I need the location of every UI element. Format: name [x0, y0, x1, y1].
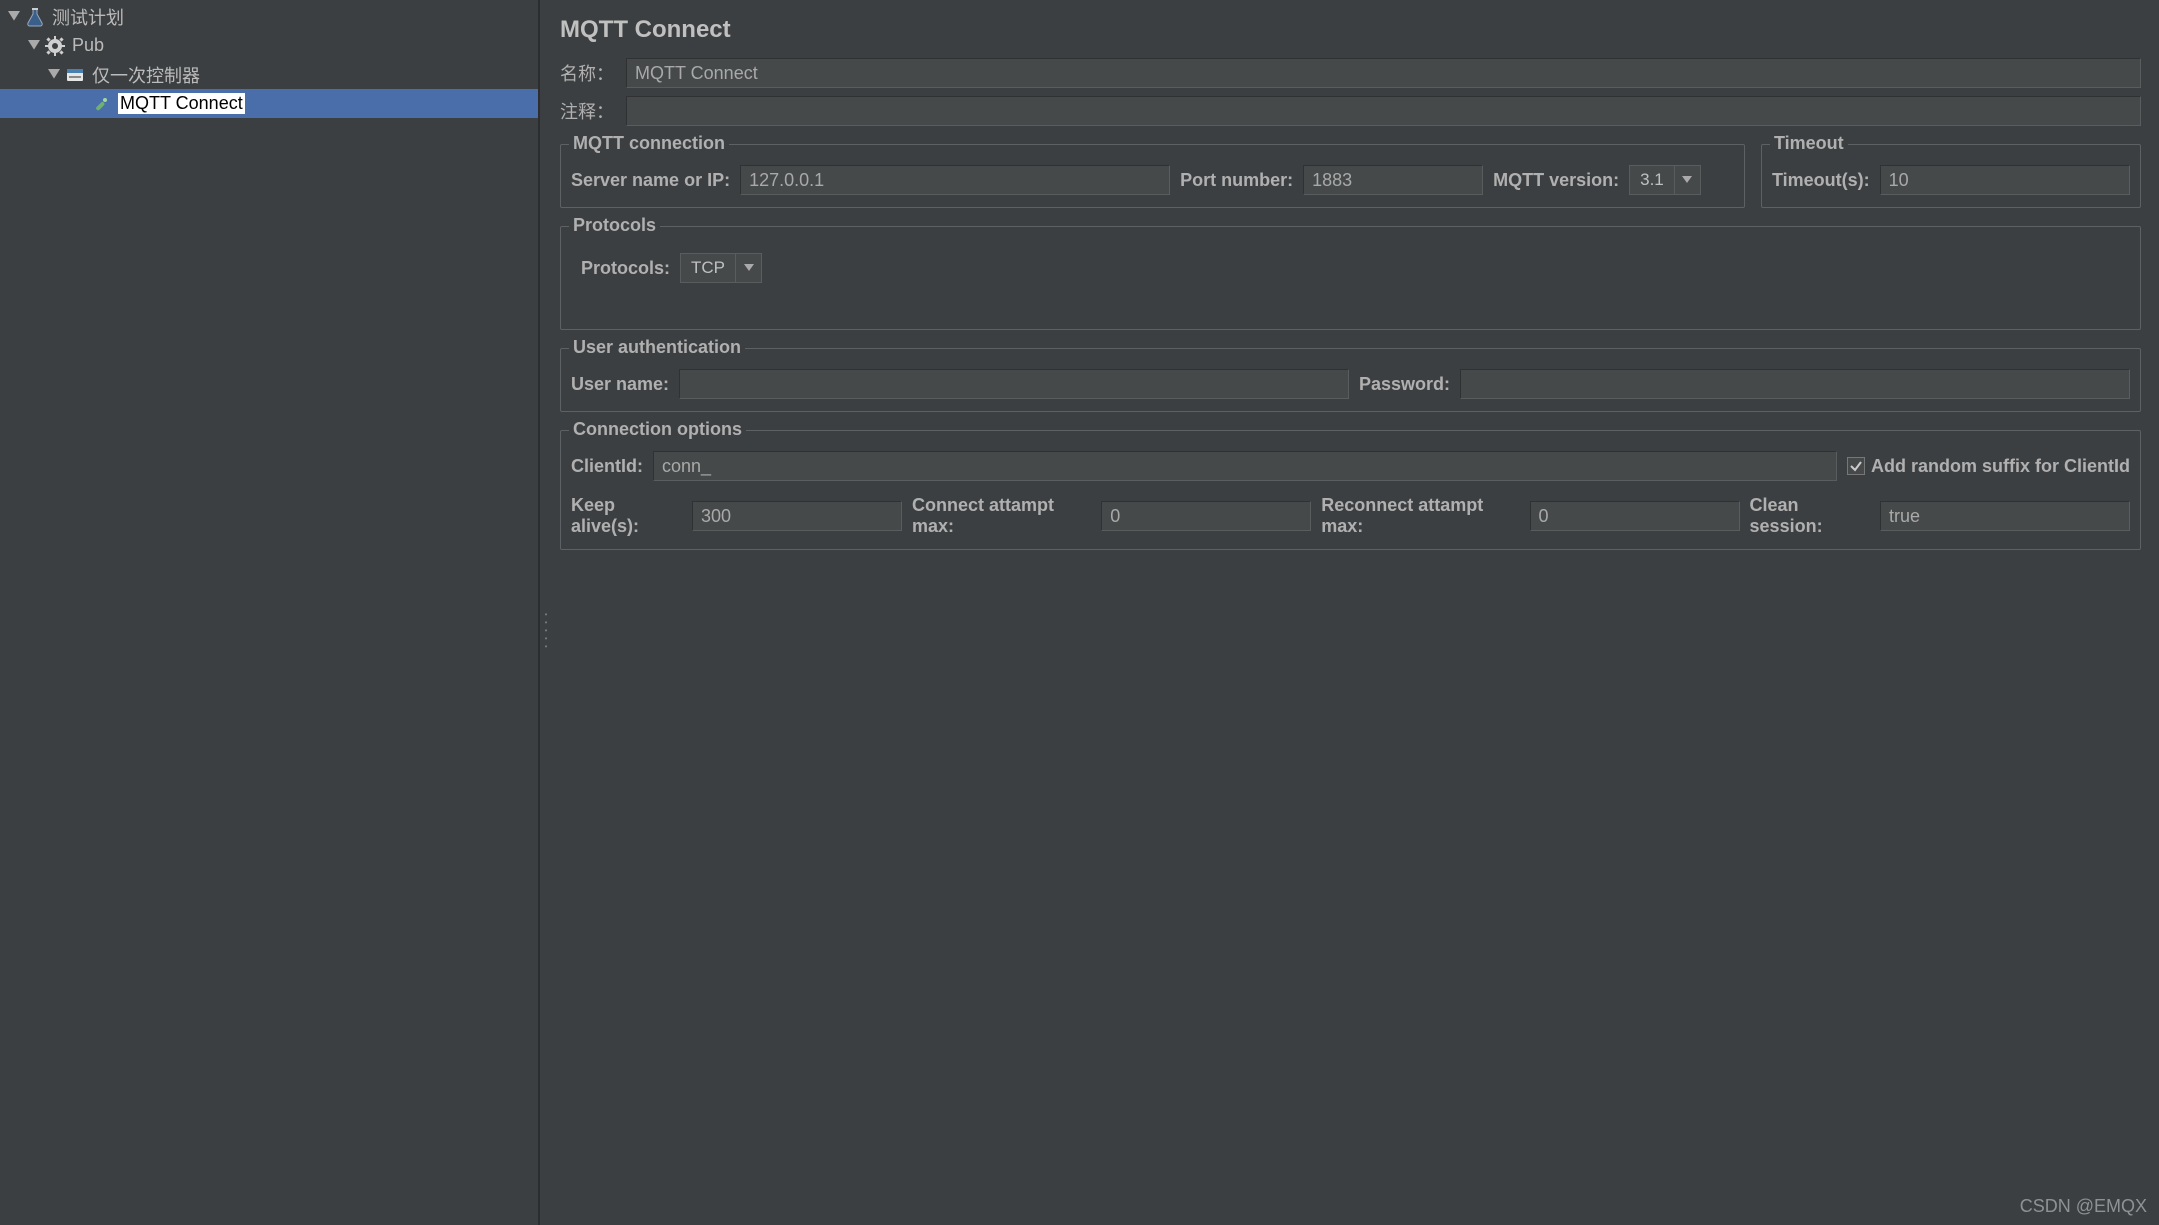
page-title: MQTT Connect — [560, 16, 2141, 44]
group-legend: MQTT connection — [569, 133, 729, 154]
tree-item-label: 测试计划 — [52, 4, 124, 30]
chevron-down-icon[interactable] — [1674, 166, 1700, 194]
tree-expand-icon[interactable] — [6, 9, 22, 25]
comment-label: 注释： — [560, 98, 620, 124]
tree-expand-icon[interactable] — [26, 38, 42, 54]
tree-item-pub[interactable]: Pub — [0, 31, 538, 60]
connect-attempt-label: Connect attampt max: — [912, 495, 1091, 537]
reconnect-attempt-label: Reconnect attampt max: — [1321, 495, 1519, 537]
version-dropdown[interactable]: 3.1 — [1629, 165, 1701, 195]
main-panel: MQTT Connect 名称： 注释： MQTT connection Ser… — [540, 0, 2159, 1225]
watermark: CSDN @EMQX — [2020, 1196, 2147, 1217]
tree-item-label: Pub — [72, 35, 104, 56]
sampler-icon — [90, 93, 112, 115]
keepalive-input[interactable] — [692, 501, 902, 531]
group-protocols: Protocols Protocols: TCP — [560, 226, 2141, 330]
name-input[interactable] — [626, 58, 2141, 88]
random-suffix-checkbox[interactable]: Add random suffix for ClientId — [1847, 456, 2130, 477]
group-legend: User authentication — [569, 337, 745, 358]
group-user-auth: User authentication User name: Password: — [560, 348, 2141, 412]
random-suffix-label: Add random suffix for ClientId — [1871, 456, 2130, 477]
tree-item-label: MQTT Connect — [118, 93, 245, 114]
server-input[interactable] — [740, 165, 1170, 195]
connect-attempt-input[interactable] — [1101, 501, 1311, 531]
clean-session-input[interactable] — [1880, 501, 2130, 531]
name-label: 名称： — [560, 60, 620, 86]
protocols-label: Protocols: — [581, 258, 670, 279]
port-input[interactable] — [1303, 165, 1483, 195]
top-groups: MQTT connection Server name or IP: Port … — [560, 134, 2141, 208]
username-label: User name: — [571, 374, 669, 395]
clientid-input[interactable] — [653, 451, 1837, 481]
tree-panel: 测试计划 P — [0, 0, 540, 1225]
checkbox-box — [1847, 457, 1865, 475]
tree-item-once-controller[interactable]: 仅一次控制器 — [0, 60, 538, 89]
group-timeout: Timeout Timeout(s): — [1761, 144, 2141, 208]
group-mqtt-connection: MQTT connection Server name or IP: Port … — [560, 144, 1745, 208]
controller-icon — [64, 64, 86, 86]
protocols-value: TCP — [681, 254, 735, 282]
port-label: Port number: — [1180, 170, 1293, 191]
clientid-label: ClientId: — [571, 456, 643, 477]
version-label: MQTT version: — [1493, 170, 1619, 191]
group-connection-options: Connection options ClientId: Add random … — [560, 430, 2141, 550]
server-label: Server name or IP: — [571, 170, 730, 191]
password-label: Password: — [1359, 374, 1450, 395]
tree-item-label: 仅一次控制器 — [92, 62, 200, 88]
gear-icon — [44, 35, 66, 57]
splitter-handle[interactable]: ••••• — [540, 610, 550, 650]
timeout-label: Timeout(s): — [1772, 170, 1870, 191]
comment-row: 注释： — [560, 96, 2141, 126]
username-input[interactable] — [679, 369, 1349, 399]
password-input[interactable] — [1460, 369, 2130, 399]
version-value: 3.1 — [1630, 166, 1674, 194]
group-legend: Protocols — [569, 215, 660, 236]
reconnect-attempt-input[interactable] — [1530, 501, 1740, 531]
tree-item-test-plan[interactable]: 测试计划 — [0, 2, 538, 31]
protocols-dropdown[interactable]: TCP — [680, 253, 762, 283]
app-root: 测试计划 P — [0, 0, 2159, 1225]
timeout-input[interactable] — [1880, 165, 2130, 195]
clean-session-label: Clean session: — [1750, 495, 1870, 537]
chevron-down-icon[interactable] — [735, 254, 761, 282]
comment-input[interactable] — [626, 96, 2141, 126]
keepalive-label: Keep alive(s): — [571, 495, 682, 537]
name-row: 名称： — [560, 58, 2141, 88]
group-legend: Timeout — [1770, 133, 1848, 154]
group-legend: Connection options — [569, 419, 746, 440]
flask-icon — [24, 6, 46, 28]
tree-expand-icon[interactable] — [46, 67, 62, 83]
tree-item-mqtt-connect[interactable]: ▸ MQTT Connect — [0, 89, 538, 118]
